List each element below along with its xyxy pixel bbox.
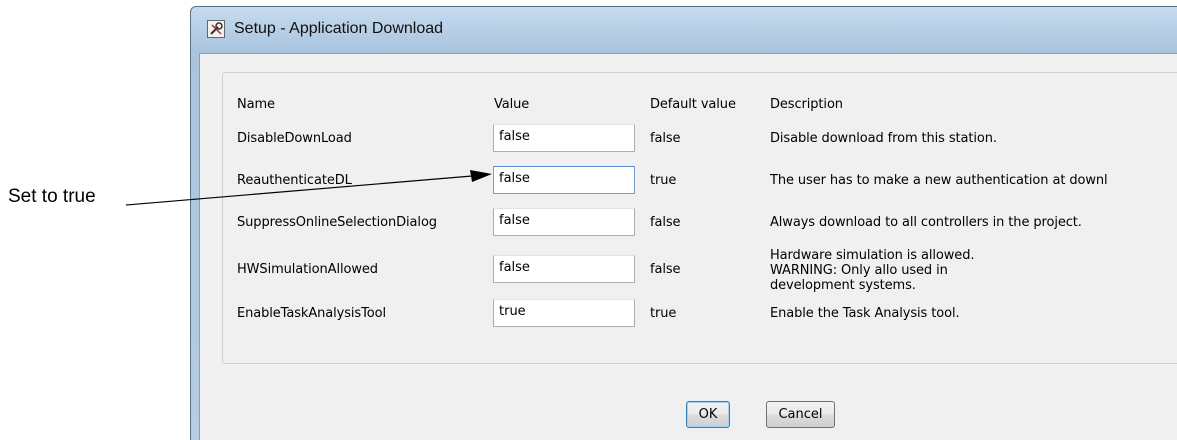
row-default: false: [650, 262, 681, 277]
row-name: DisableDownLoad: [237, 131, 352, 146]
window-title: Setup - Application Download: [234, 20, 444, 37]
setup-dialog: Setup - Application Download Name Value …: [190, 6, 1177, 440]
row-default: false: [650, 215, 681, 230]
ok-button[interactable]: OK: [686, 401, 730, 428]
settings-table: Name Value Default value Description Dis…: [222, 72, 1177, 364]
title-bar[interactable]: Setup - Application Download: [191, 7, 1177, 51]
row-description: The user has to make a new authenticatio…: [770, 173, 1108, 188]
value-field-hwsimulationallowed[interactable]: false: [493, 255, 635, 283]
row-name: SuppressOnlineSelectionDialog: [237, 215, 437, 230]
header-name: Name: [237, 97, 275, 112]
row-description: Enable the Task Analysis tool.: [770, 306, 960, 321]
dialog-client-area: Name Value Default value Description Dis…: [199, 53, 1177, 440]
row-name: EnableTaskAnalysisTool: [237, 306, 386, 321]
value-field-enabletaskanalysistool[interactable]: true: [493, 299, 635, 327]
header-description: Description: [770, 97, 843, 112]
row-description: Always download to all controllers in th…: [770, 215, 1082, 230]
cancel-button[interactable]: Cancel: [766, 401, 835, 428]
row-default: true: [650, 173, 677, 188]
header-value: Value: [494, 97, 530, 112]
value-field-reauthenticatedl[interactable]: false: [493, 166, 635, 194]
annotation-label: Set to true: [8, 186, 96, 207]
row-description: Hardware simulation is allowed. WARNING:…: [770, 248, 975, 293]
setup-tools-icon: [207, 20, 225, 38]
row-name: HWSimulationAllowed: [237, 262, 378, 277]
header-default-value: Default value: [650, 97, 736, 112]
row-default: false: [650, 131, 681, 146]
value-field-disabledownload[interactable]: false: [493, 124, 635, 152]
row-default: true: [650, 306, 677, 321]
value-field-suppressonlineselectiondialog[interactable]: false: [493, 208, 635, 236]
row-name: ReauthenticateDL: [237, 173, 352, 188]
row-description: Disable download from this station.: [770, 131, 997, 146]
